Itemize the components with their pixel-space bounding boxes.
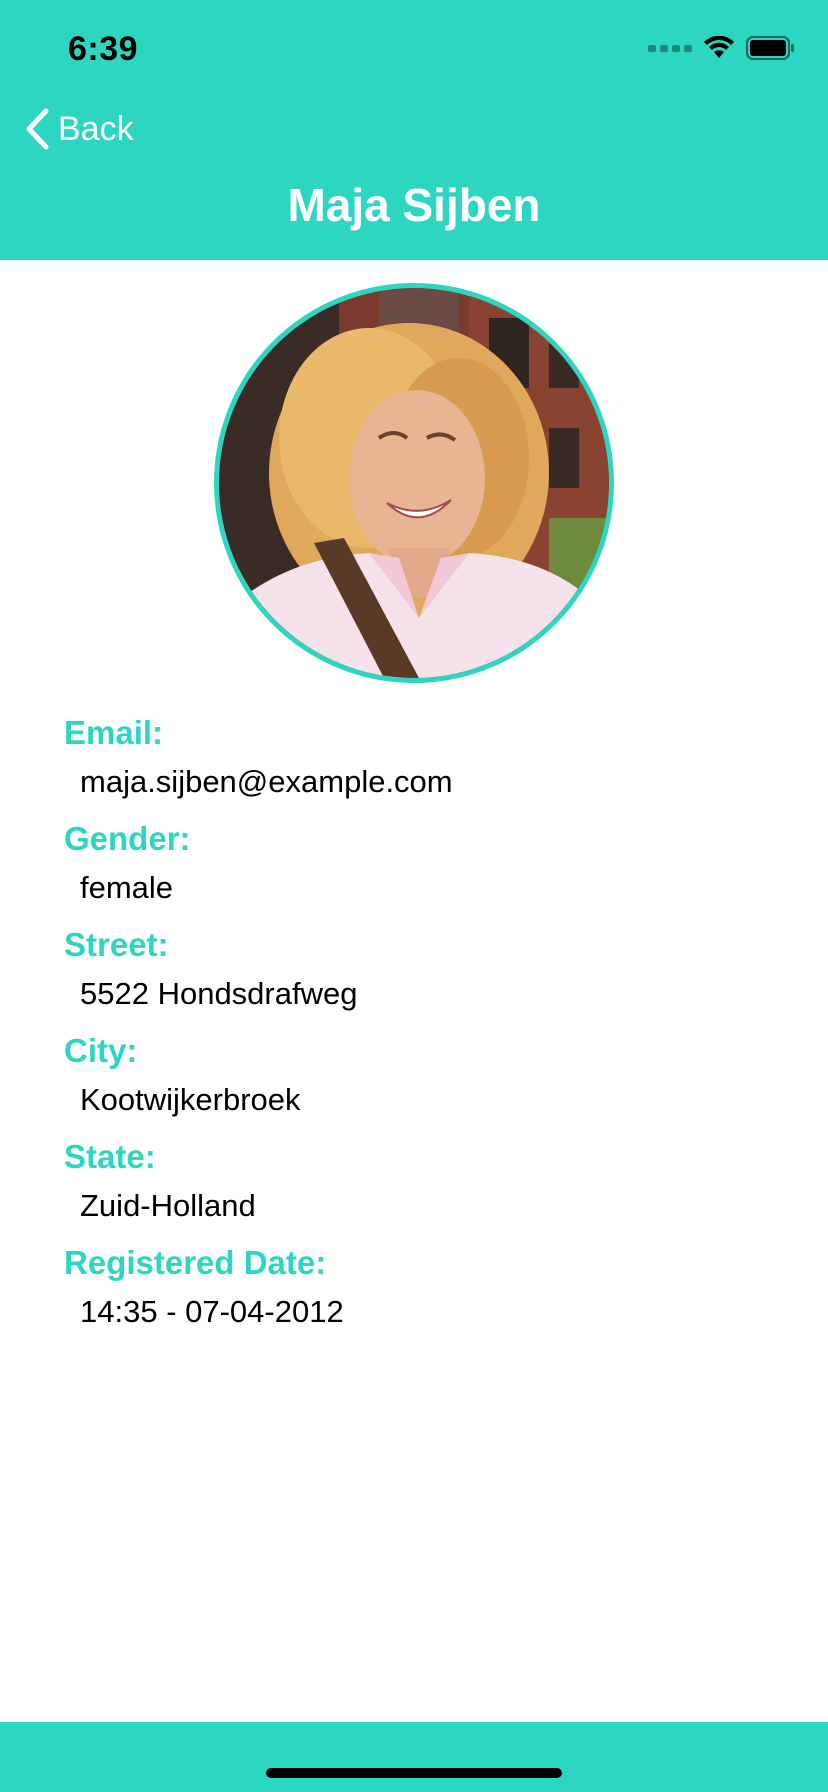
navigation-header: 6:39 Back Maja Sijben	[0, 0, 828, 260]
registered-date-label: Registered Date:	[64, 1244, 327, 1281]
city-value: Kootwijkerbroek	[80, 1082, 301, 1117]
field-email: Email: maja.sijben@example.com	[64, 706, 784, 812]
cellular-signal-icon	[648, 44, 692, 52]
profile-detail-screen: 6:39 Back Maja Sijben Email: maja.sijben…	[0, 0, 828, 1792]
field-state: State: Zuid-Holland	[64, 1130, 784, 1236]
wifi-icon	[704, 36, 734, 58]
field-registered-date: Registered Date: 14:35 - 07-04-2012	[64, 1236, 784, 1342]
bottom-bar	[0, 1722, 828, 1792]
state-value: Zuid-Holland	[80, 1188, 256, 1223]
profile-details: Email: maja.sijben@example.com Gender: f…	[64, 706, 784, 1342]
registered-date-value: 14:35 - 07-04-2012	[80, 1294, 344, 1329]
gender-value: female	[80, 870, 174, 905]
street-value: 5522 Hondsdrafweg	[80, 976, 358, 1011]
page-title: Maja Sijben	[287, 179, 541, 231]
home-indicator[interactable]	[266, 1768, 562, 1778]
gender-label: Gender:	[64, 820, 191, 857]
status-time: 6:39	[68, 30, 139, 68]
state-label: State:	[64, 1138, 156, 1175]
email-value: maja.sijben@example.com	[80, 764, 453, 799]
back-button-label: Back	[58, 109, 134, 148]
field-street: Street: 5522 Hondsdrafweg	[64, 918, 784, 1024]
field-gender: Gender: female	[64, 812, 784, 918]
field-city: City: Kootwijkerbroek	[64, 1024, 784, 1130]
back-button[interactable]: Back	[24, 108, 134, 150]
status-icons	[648, 36, 794, 60]
avatar	[214, 283, 614, 683]
email-label: Email:	[64, 714, 164, 751]
street-label: Street:	[64, 926, 169, 963]
battery-icon	[746, 36, 794, 60]
city-label: City:	[64, 1032, 138, 1069]
chevron-left-icon	[26, 108, 49, 150]
